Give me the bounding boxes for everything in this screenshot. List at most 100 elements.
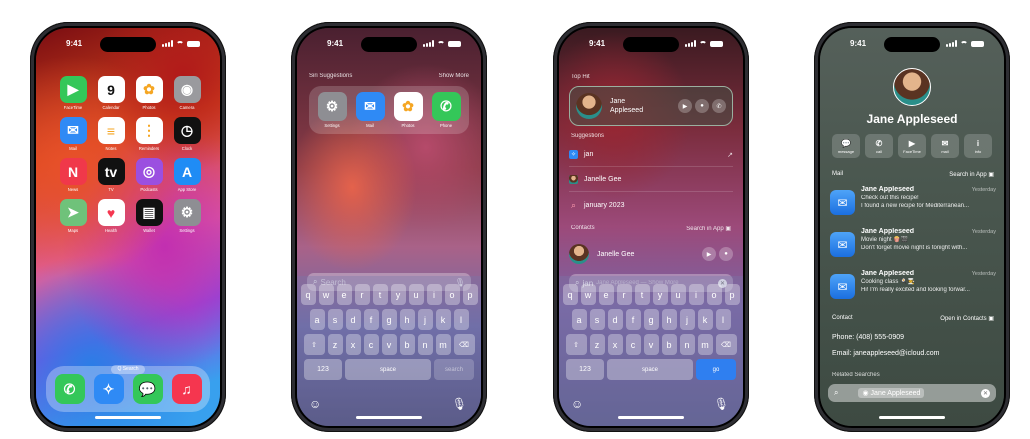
app-notes[interactable]: ≡ Notes bbox=[92, 117, 130, 151]
app-calendar[interactable]: 9 Calendar bbox=[92, 76, 130, 110]
key-c[interactable]: c bbox=[363, 334, 379, 355]
key-f[interactable]: f bbox=[625, 309, 641, 330]
home-indicator[interactable] bbox=[95, 416, 161, 419]
key-g[interactable]: g bbox=[643, 309, 659, 330]
app-maps[interactable]: ➤ Maps bbox=[54, 199, 92, 233]
key-l[interactable]: l bbox=[715, 309, 731, 330]
key-e[interactable]: e bbox=[598, 284, 614, 305]
key-l[interactable]: l bbox=[453, 309, 469, 330]
key-d[interactable]: d bbox=[345, 309, 361, 330]
mail-item[interactable]: ✉ Yesterday Jane Appleseed Movie night 🍿🎬 Do… bbox=[830, 228, 996, 266]
backspace-key[interactable]: ⌫ bbox=[453, 334, 475, 355]
dictation-icon[interactable]: 🎙 bbox=[714, 397, 729, 411]
key-h[interactable]: h bbox=[661, 309, 677, 330]
key-f[interactable]: f bbox=[363, 309, 379, 330]
home-indicator[interactable] bbox=[618, 416, 684, 419]
key-x[interactable]: x bbox=[607, 334, 623, 355]
key-i[interactable]: i bbox=[426, 284, 442, 305]
search-in-app-link[interactable]: Search in App ▣ bbox=[686, 225, 731, 232]
messages-icon[interactable]: 💬 bbox=[132, 374, 163, 404]
key-e[interactable]: e bbox=[336, 284, 352, 305]
phone-icon[interactable]: ✆ bbox=[54, 374, 85, 404]
suggested-app[interactable]: ✆ Phone bbox=[431, 92, 461, 128]
app-photos[interactable]: ✿ Photos bbox=[130, 76, 168, 110]
key-t[interactable]: t bbox=[372, 284, 388, 305]
key-n[interactable]: n bbox=[679, 334, 695, 355]
key-b[interactable]: b bbox=[661, 334, 677, 355]
key-j[interactable]: j bbox=[417, 309, 433, 330]
key-g[interactable]: g bbox=[381, 309, 397, 330]
phone-number[interactable]: Phone: (408) 555-0909 bbox=[832, 334, 904, 341]
dictation-icon[interactable]: 🎙 bbox=[452, 397, 467, 411]
numbers-key[interactable]: 123 bbox=[304, 359, 342, 380]
app-wallet[interactable]: ▤ Wallet bbox=[130, 199, 168, 233]
show-more-link[interactable]: Show More bbox=[439, 73, 469, 79]
app-reminders[interactable]: ⋮ Reminders bbox=[130, 117, 168, 151]
contact-row[interactable]: Janelle Gee ▶ ● bbox=[569, 244, 733, 264]
key-q[interactable]: q bbox=[300, 284, 316, 305]
mail-item[interactable]: ✉ Yesterday Jane Appleseed Cooking class 🍳🧑… bbox=[830, 270, 996, 308]
backspace-key[interactable]: ⌫ bbox=[715, 334, 737, 355]
key-a[interactable]: a bbox=[571, 309, 587, 330]
key-s[interactable]: s bbox=[589, 309, 605, 330]
facetime-button[interactable]: ▶ FaceTime bbox=[898, 134, 926, 158]
space-key[interactable]: space bbox=[607, 359, 693, 380]
mail-button[interactable]: ✉ mail bbox=[931, 134, 959, 158]
key-d[interactable]: d bbox=[607, 309, 623, 330]
key-o[interactable]: o bbox=[444, 284, 460, 305]
key-y[interactable]: y bbox=[390, 284, 406, 305]
key-c[interactable]: c bbox=[625, 334, 641, 355]
app-facetime[interactable]: ▶ FaceTime bbox=[54, 76, 92, 110]
email-address[interactable]: Email: janeappleseed@icloud.com bbox=[832, 350, 940, 357]
go-key[interactable]: go bbox=[696, 359, 736, 380]
key-z[interactable]: z bbox=[327, 334, 343, 355]
shift-key[interactable]: ⇧ bbox=[303, 334, 325, 355]
app-mail[interactable]: ✉ Mail bbox=[54, 117, 92, 151]
key-y[interactable]: y bbox=[652, 284, 668, 305]
app-camera[interactable]: ◉ Camera bbox=[168, 76, 206, 110]
key-k[interactable]: k bbox=[435, 309, 451, 330]
key-a[interactable]: a bbox=[309, 309, 325, 330]
key-t[interactable]: t bbox=[634, 284, 650, 305]
key-o[interactable]: o bbox=[706, 284, 722, 305]
key-v[interactable]: v bbox=[643, 334, 659, 355]
suggestion-row[interactable]: ⌕ january 2023 bbox=[569, 200, 733, 210]
key-w[interactable]: w bbox=[318, 284, 334, 305]
key-w[interactable]: w bbox=[580, 284, 596, 305]
app-settings[interactable]: ⚙ Settings bbox=[168, 199, 206, 233]
app-clock[interactable]: ◷ Clock bbox=[168, 117, 206, 151]
key-i[interactable]: i bbox=[688, 284, 704, 305]
message-icon[interactable]: ● bbox=[719, 247, 733, 261]
app-news[interactable]: N News bbox=[54, 158, 92, 192]
message-button[interactable]: 💬 message bbox=[832, 134, 860, 158]
phone-icon[interactable]: ✆ bbox=[712, 99, 726, 113]
suggestion-row[interactable]: Janelle Gee bbox=[569, 175, 733, 184]
music-icon[interactable]: ♫ bbox=[171, 374, 202, 404]
call-button[interactable]: ✆ call bbox=[865, 134, 893, 158]
video-call-icon[interactable]: ▶ bbox=[678, 99, 692, 113]
open-in-contacts-link[interactable]: Open in Contacts ▣ bbox=[940, 315, 994, 322]
key-p[interactable]: p bbox=[462, 284, 478, 305]
search-key[interactable]: search bbox=[434, 359, 474, 380]
suggested-app[interactable]: ✿ Photos bbox=[393, 92, 423, 128]
key-u[interactable]: u bbox=[670, 284, 686, 305]
key-p[interactable]: p bbox=[724, 284, 740, 305]
search-field[interactable]: ⌕ ◉ Jane Appleseed ✕ bbox=[828, 384, 996, 402]
top-hit-card[interactable]: Jane Appleseed ▶ ● ✆ bbox=[569, 86, 733, 126]
app-app-store[interactable]: A App Store bbox=[168, 158, 206, 192]
home-indicator[interactable] bbox=[879, 416, 945, 419]
shift-key[interactable]: ⇧ bbox=[565, 334, 587, 355]
key-b[interactable]: b bbox=[399, 334, 415, 355]
suggestion-row[interactable]: ✧ jan ↗ bbox=[569, 150, 733, 159]
key-n[interactable]: n bbox=[417, 334, 433, 355]
app-health[interactable]: ♥ Health bbox=[92, 199, 130, 233]
key-r[interactable]: r bbox=[354, 284, 370, 305]
key-k[interactable]: k bbox=[697, 309, 713, 330]
key-r[interactable]: r bbox=[616, 284, 632, 305]
key-u[interactable]: u bbox=[408, 284, 424, 305]
key-q[interactable]: q bbox=[562, 284, 578, 305]
numbers-key[interactable]: 123 bbox=[566, 359, 604, 380]
app-podcasts[interactable]: ◎ Podcasts bbox=[130, 158, 168, 192]
key-h[interactable]: h bbox=[399, 309, 415, 330]
safari-icon[interactable]: ✧ bbox=[93, 374, 124, 404]
